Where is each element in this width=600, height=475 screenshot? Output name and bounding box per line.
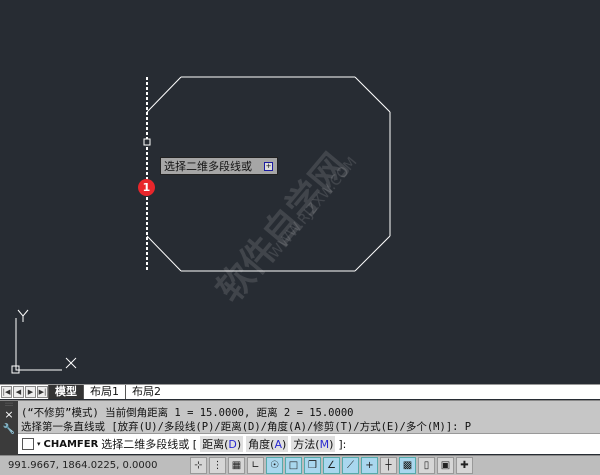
- chamfer-bl: [146, 235, 182, 272]
- command-line[interactable]: ▾ CHAMFER 选择二维多段线或 [ 距离(D) 角度(A) 方法(M) ]…: [18, 433, 600, 454]
- tab-nav-next[interactable]: ▶: [25, 386, 36, 398]
- status-toggle-sc[interactable]: ▣: [437, 457, 454, 474]
- command-icon[interactable]: [22, 438, 34, 450]
- status-toggle-lwt[interactable]: ┼: [380, 457, 397, 474]
- grip: [143, 138, 151, 146]
- option-method[interactable]: 方法(M): [291, 436, 336, 452]
- grip-handle[interactable]: ::::: [0, 401, 18, 408]
- tab-nav-first[interactable]: |◀: [1, 386, 12, 398]
- status-toggle-grid[interactable]: ▦: [228, 457, 245, 474]
- tooltip-options-button[interactable]: +: [264, 162, 273, 171]
- ucs-icon: [15, 318, 62, 371]
- status-toggle-snap[interactable]: ⋮: [209, 457, 226, 474]
- layout-tabs: |◀ ◀ ▶ ▶| 模型 布局1 布局2: [0, 384, 600, 399]
- tab-nav-prev[interactable]: ◀: [13, 386, 24, 398]
- command-sidebar: :::: × 🔧: [0, 401, 18, 455]
- status-toggle-3dosnap[interactable]: ❒: [304, 457, 321, 474]
- tab-nav-last[interactable]: ▶|: [37, 386, 48, 398]
- history-line: 选择第一条直线或 [放弃(U)/多段线(P)/距离(D)/角度(A)/修剪(T)…: [21, 421, 472, 433]
- status-toggle-ducs[interactable]: ⟋: [342, 457, 359, 474]
- chamfer-tr: [354, 76, 391, 113]
- chamfer-tl: [146, 76, 182, 113]
- step-badge: 1: [138, 179, 155, 196]
- command-name: CHAMFER: [43, 438, 99, 450]
- command-history: :::: × 🔧 (“不修剪”模式) 当前倒角距离 1 = 15.0000, 距…: [0, 400, 600, 455]
- status-bar: 991.9667, 1864.0225, 0.0000 ⊹ ⋮ ▦ ∟ ☉ □ ❒ ∠ ⟋ + ┼ ▩…: [0, 455, 600, 475]
- tab-layout2[interactable]: 布局2: [125, 385, 167, 399]
- status-toggle-infer[interactable]: ⊹: [190, 457, 207, 474]
- tooltip-text: 选择二维多段线或: [164, 160, 252, 173]
- drawing-canvas[interactable]: 软件自学网 WWW.RJZXW.COM 选择二维多段线或 + 1: [0, 0, 600, 384]
- status-toggle-osnap[interactable]: □: [285, 457, 302, 474]
- chevron-down-icon[interactable]: ▾: [37, 440, 41, 448]
- chamfer-br: [354, 235, 391, 272]
- status-toggle-am[interactable]: ✚: [456, 457, 473, 474]
- close-icon[interactable]: ×: [0, 408, 18, 421]
- status-toggle-otrack[interactable]: ∠: [323, 457, 340, 474]
- option-angle[interactable]: 角度(A): [246, 436, 289, 452]
- status-toggle-dyn[interactable]: +: [361, 457, 378, 474]
- tab-model[interactable]: 模型: [48, 385, 83, 399]
- status-toggle-tpy[interactable]: ▩: [399, 457, 416, 474]
- drawing: [11, 76, 391, 374]
- wrench-icon[interactable]: 🔧: [0, 424, 18, 435]
- command-prompt: 选择二维多段线或 [: [101, 438, 198, 451]
- history-line: (“不修剪”模式) 当前倒角距离 1 = 15.0000, 距离 2 = 15.…: [21, 407, 354, 419]
- tab-layout1[interactable]: 布局1: [83, 385, 125, 399]
- command-suffix: ]:: [338, 437, 347, 451]
- option-distance[interactable]: 距离(D): [200, 436, 244, 452]
- status-toggle-ortho[interactable]: ∟: [247, 457, 264, 474]
- coordinates: 991.9667, 1864.0225, 0.0000: [8, 460, 158, 471]
- status-toggle-polar[interactable]: ☉: [266, 457, 283, 474]
- dynamic-input-tooltip: 选择二维多段线或 +: [160, 157, 278, 175]
- status-toggle-qp[interactable]: ▯: [418, 457, 435, 474]
